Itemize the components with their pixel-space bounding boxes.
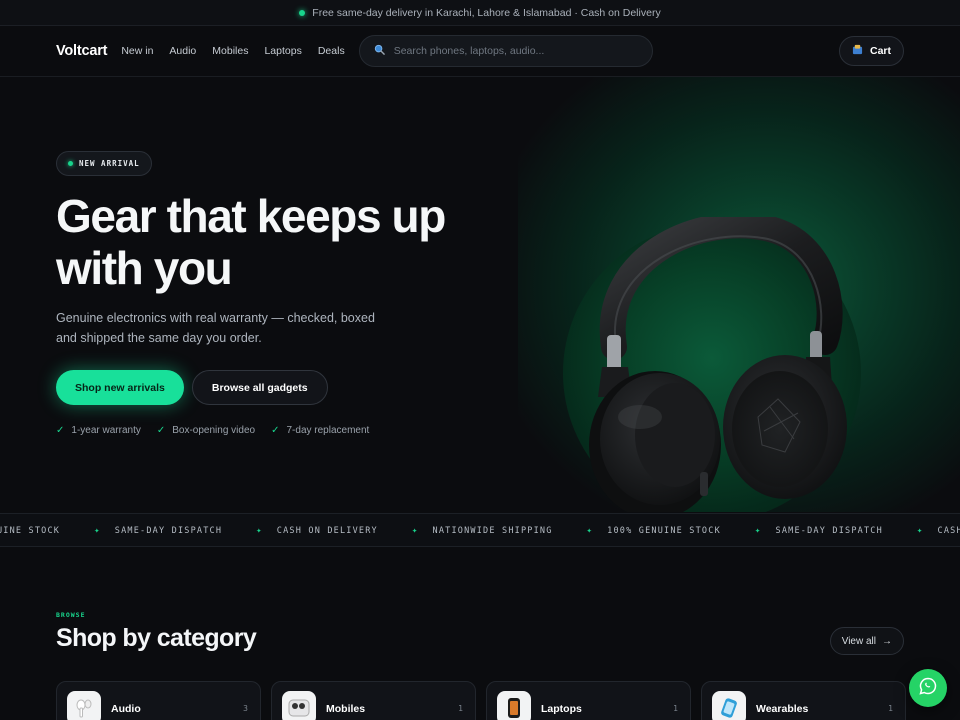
nav-link-mobiles[interactable]: Mobiles [212,45,248,57]
brand-logo[interactable]: Voltcart [56,43,108,59]
category-name: Laptops [541,703,582,715]
new-arrival-badge: NEW ARRIVAL [56,151,152,176]
sparkle-icon: ✦ [916,526,924,536]
cart-button[interactable]: Cart [838,36,904,66]
laptop-thumbnail [497,691,531,720]
whatsapp-icon [918,676,938,701]
nav-link-deals[interactable]: Deals [318,45,345,57]
badge-dot-icon [68,161,73,166]
perk-item: ✓ 1-year warranty [56,425,141,436]
category-card-mobiles[interactable]: Mobiles 1 [271,681,476,720]
ticker-text: SAME-DAY DISPATCH [775,526,883,536]
check-icon: ✓ [271,425,280,436]
perks-list: ✓ 1-year warranty ✓ Box-opening video ✓ … [56,425,496,436]
sparkle-icon: ✦ [94,526,101,536]
ticker-item: ✦ 100% GENUINE STOCK [553,526,721,536]
nav-links: New in Audio Mobiles Laptops Deals [121,45,344,57]
ticker-item: ✦ CASH ON DELIVERY [222,526,378,536]
cart-icon [852,44,863,58]
top-navigation: Voltcart New in Audio Mobiles Laptops De… [0,26,960,77]
nav-link-laptops[interactable]: Laptops [264,45,301,57]
category-count: 1 [888,704,893,713]
arrow-right-icon: → [882,635,892,647]
view-all-label: View all [841,635,876,647]
hero-section: NEW ARRIVAL Gear that keeps up with you … [0,77,960,512]
category-card-laptops[interactable]: Laptops 1 [486,681,691,720]
perk-label: Box-opening video [172,425,256,436]
ticker-text: 100% GENUINE STOCK [607,526,721,536]
hero-content: NEW ARRIVAL Gear that keeps up with you … [56,151,496,436]
ticker-text: NATIONWIDE SHIPPING [432,526,553,536]
cart-label: Cart [869,45,891,57]
category-name: Wearables [756,703,809,715]
perk-label: 1-year warranty [71,425,141,436]
ticker-track: GENUINE STOCK ✦ SAME-DAY DISPATCH ✦ CASH O… [0,514,960,546]
check-icon: ✓ [156,425,166,436]
headphones-product-image [589,217,847,512]
perk-item: ✓ Box-opening video [157,425,255,436]
feature-ticker: GENUINE STOCK ✦ SAME-DAY DISPATCH ✦ CASH O… [0,513,960,547]
sparkle-icon: ✦ [754,526,762,536]
perk-label: 7-day replacement [286,425,370,436]
ticker-text: SAME-DAY DISPATCH [114,526,223,536]
hero-cta-group: Shop new arrivals Browse all gadgets [56,370,496,405]
search-bar[interactable] [358,35,653,67]
check-icon: ✓ [56,425,65,436]
announcement-text: Free same-day delivery in Karachi, Lahor… [312,6,661,19]
perk-item: ✓ 7-day replacement [271,425,369,436]
section-kicker: BROWSE [56,611,86,619]
headline-line-1: Gear that keeps up [56,190,446,242]
category-name: Audio [111,703,141,715]
category-count: 1 [673,704,678,713]
category-card-audio[interactable]: Audio 3 [56,681,261,720]
shop-new-arrivals-button[interactable]: Shop new arrivals [56,370,184,405]
hero-headline: Gear that keeps up with you [56,190,496,294]
search-icon [374,42,385,60]
earbuds-thumbnail [67,691,101,720]
hero-subtext: Genuine electronics with real warranty —… [56,311,375,345]
search-input[interactable] [393,45,638,57]
category-name: Mobiles [326,703,366,715]
view-all-button[interactable]: View all → [829,627,904,655]
category-card-wearables[interactable]: Wearables 1 [701,681,906,720]
sparkle-icon: ✦ [586,526,594,536]
ticker-item: ✦ CASH ON DELIVERY [883,526,960,536]
whatsapp-chat-button[interactable] [909,669,947,707]
nav-link-audio[interactable]: Audio [169,45,196,57]
ticker-item: GENUINE STOCK [0,526,60,536]
wearable-thumbnail [712,691,746,720]
headline-line-2: with you [56,242,233,294]
ticker-item: ✦ SAME-DAY DISPATCH [721,526,883,536]
ticker-text: CASH ON DELIVERY [276,526,378,536]
ticker-item: ✦ NATIONWIDE SHIPPING [378,526,553,536]
sparkle-icon: ✦ [411,526,419,536]
status-dot-icon [299,9,306,16]
browse-all-gadgets-button[interactable]: Browse all gadgets [191,370,328,405]
category-count: 1 [458,704,463,713]
ticker-text: CASH ON DELIVERY [937,526,960,536]
ticker-item: ✦ SAME-DAY DISPATCH [60,526,222,536]
ticker-text: GENUINE STOCK [0,526,61,536]
category-section-header: BROWSE Shop by category View all → [56,611,904,655]
category-cards: Audio 3 Mobiles 1 Laptops 1 Wearables 1 [56,681,906,720]
phone-thumbnail [282,691,316,720]
sparkle-icon: ✦ [256,526,263,536]
announcement-bar: Free same-day delivery in Karachi, Lahor… [0,0,960,26]
section-title: Shop by category [56,624,257,652]
badge-label: NEW ARRIVAL [79,159,140,168]
category-count: 3 [243,704,248,713]
nav-link-new-in[interactable]: New in [121,45,153,57]
